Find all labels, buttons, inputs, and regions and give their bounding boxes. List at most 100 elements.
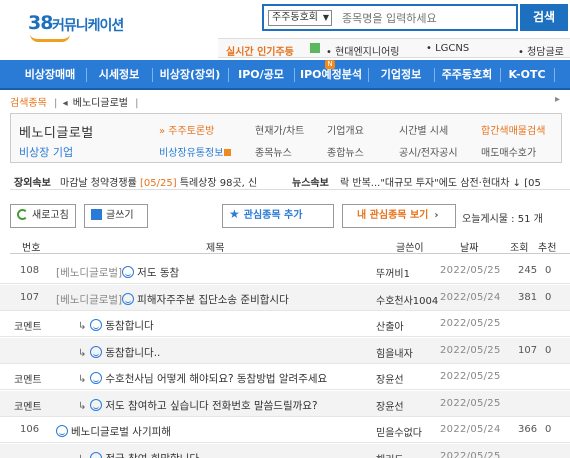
- row-recommend: 0: [545, 424, 552, 435]
- table-row[interactable]: 108 [베노디글로벌] 저도 동참 뚜꺼비1 2022/05/25 245 0: [0, 258, 570, 284]
- nav-item-kotc[interactable]: K-OTC: [506, 60, 548, 90]
- chevron-right-icon[interactable]: ▸: [555, 94, 560, 105]
- row-date: 2022/05/24: [440, 291, 501, 303]
- row-author[interactable]: 해리드: [376, 451, 404, 458]
- row-title[interactable]: 베노디글로벌 사기피해: [56, 424, 171, 439]
- table-row[interactable]: 코멘트 ↳ 저도 참여하고 싶습니다 전화번호 말씀드릴까요? 장윤선 2022/05/…: [0, 390, 570, 417]
- row-title[interactable]: ↳ 저도 참여하고 싶습니다 전화번호 말씀드릴까요?: [78, 398, 318, 413]
- nav-divider: [86, 68, 87, 82]
- row-prefix: [베노디글로벌]: [56, 267, 123, 279]
- link-general-news[interactable]: 종합뉴스: [327, 144, 364, 159]
- row-recommend: 0: [545, 291, 552, 303]
- row-title[interactable]: [베노디글로벌] 저도 동참: [56, 265, 179, 280]
- realtime-item[interactable]: • 청담글로: [518, 43, 564, 58]
- row-title[interactable]: ↳ 수호천사님 어떻게 해야되요? 동참방법 알려주세요: [78, 371, 327, 386]
- row-date: 2022/05/25: [440, 265, 501, 276]
- header-author: 글쓴이: [396, 243, 424, 254]
- ticker-otc-text[interactable]: 마감날 청약경쟁률 [05/25] 특례상장 98곳, 신: [60, 174, 257, 189]
- link-price-chart[interactable]: 현재가/차트: [255, 122, 304, 137]
- row-title[interactable]: ↳ 적극 참여 희망합니다: [78, 451, 199, 458]
- row-title-text[interactable]: 수호천사님 어떻게 해야되요? 동참방법 알려주세요: [105, 373, 327, 385]
- stock-panel: 베노디글로벌 비상장 기업 » 주주토론방 현재가/차트 기업개요 시간별 시세…: [10, 113, 562, 163]
- table-row[interactable]: 코멘트 ↳ 수호천사님 어떻게 해야되요? 동참방법 알려주세요 장윤선 2022/05…: [0, 364, 570, 390]
- flag-icon: [310, 43, 320, 53]
- nav-item-unlisted-otc[interactable]: 비상장(장외): [158, 60, 222, 90]
- search-button[interactable]: 검색: [520, 4, 568, 31]
- header-number: 번호: [22, 243, 41, 254]
- row-author[interactable]: 장윤선: [376, 398, 404, 413]
- view-interest-button[interactable]: 내 관심종목 보기 ›: [342, 204, 456, 228]
- nav-item-company-info[interactable]: 기업정보: [374, 60, 428, 90]
- header-views: 조회: [510, 243, 529, 254]
- search-category-value: 주주동호회: [272, 12, 318, 23]
- header-recommend: 추천: [538, 243, 557, 254]
- star-icon: ★: [229, 207, 240, 221]
- row-title-text[interactable]: 베노디글로벌 사기피해: [71, 426, 171, 438]
- ticker-news-text[interactable]: 락 반복..."대규모 투자"에도 삼전·현대차 ↓ [05: [340, 174, 541, 189]
- add-interest-button[interactable]: ★ 관심종목 추가: [222, 204, 334, 228]
- nav-item-unlisted-trade[interactable]: 비상장매매: [18, 60, 82, 90]
- table-row[interactable]: 107 [베노디글로벌] 피해자주주분 집단소송 준비합시다 수호천사1004 2022…: [0, 284, 570, 311]
- row-views: 366: [518, 424, 538, 435]
- realtime-item[interactable]: • 현대엔지니어링: [326, 43, 399, 58]
- breadcrumb-value[interactable]: 베노디글로벌: [73, 98, 128, 109]
- nav-divider: [434, 68, 435, 82]
- link-hourly-price[interactable]: 시간별 시세: [399, 122, 448, 137]
- row-title[interactable]: [베노디글로벌] 피해자주주분 집단소송 준비합시다: [56, 292, 289, 307]
- nav-item-ipo[interactable]: IPO/공모: [234, 60, 288, 90]
- table-row[interactable]: ↳ 동참합니다.. 힘을내자 2022/05/25 107 0: [0, 337, 570, 364]
- breadcrumb-label: 검색종목: [10, 98, 47, 109]
- chevron-right-icon: ›: [434, 210, 439, 221]
- row-author[interactable]: 믿을수없다: [376, 424, 422, 439]
- search-input[interactable]: [342, 9, 512, 27]
- smiley-icon: [90, 398, 103, 411]
- news-ticker: 장외속보 마감날 청약경쟁률 [05/25] 특례상장 98곳, 신 뉴스속보 …: [10, 172, 570, 190]
- row-title-text[interactable]: 동참합니다..: [105, 347, 160, 359]
- row-author[interactable]: 수호천사1004: [376, 292, 438, 307]
- link-bid-ask[interactable]: 매도매수호가: [481, 144, 536, 159]
- row-title[interactable]: ↳ 동참합니다..: [78, 345, 160, 360]
- row-author[interactable]: 장윤선: [376, 371, 404, 386]
- link-disclosure[interactable]: 공시/전자공시: [399, 144, 458, 159]
- refresh-icon: [17, 208, 28, 220]
- link-company-overview[interactable]: 기업개요: [327, 122, 364, 137]
- site-logo[interactable]: 38 커뮤니케이션: [28, 8, 138, 44]
- table-row[interactable]: 106 베노디글로벌 사기피해 믿을수없다 2022/05/24 366 0: [0, 417, 570, 443]
- search-category-select[interactable]: 주주동호회 ▼: [268, 10, 332, 26]
- smiley-icon: [122, 266, 135, 278]
- link-sell-search[interactable]: 합간색매물검색: [481, 122, 545, 137]
- breadcrumb-bar: |: [135, 98, 139, 109]
- row-title-text[interactable]: 피해자주주분 집단소송 준비합시다: [137, 294, 289, 306]
- today-posts-count: 오늘게시물 : 51 개: [462, 214, 543, 225]
- refresh-button[interactable]: 새로고침: [10, 204, 76, 228]
- nav-item-shareholders[interactable]: 주주동호회: [440, 60, 494, 90]
- link-discussion[interactable]: » 주주토론방: [159, 122, 214, 137]
- row-title[interactable]: ↳ 동참합니다: [78, 318, 154, 333]
- row-comment-label: 코멘트: [14, 401, 42, 413]
- write-button[interactable]: 글쓰기: [84, 204, 148, 228]
- link-unlisted-info[interactable]: 비상장유통정보: [159, 144, 232, 159]
- row-title-text[interactable]: 저도 참여하고 싶습니다 전화번호 말씀드릴까요?: [105, 400, 317, 412]
- row-title-text[interactable]: 적극 참여 희망합니다: [105, 453, 199, 458]
- table-row[interactable]: 코멘트 ↳ 동참합니다 산출아 2022/05/25: [0, 311, 570, 337]
- row-title-text[interactable]: 저도 동참: [137, 267, 179, 279]
- row-author[interactable]: 힘을내자: [376, 345, 413, 360]
- smiley-icon: [90, 372, 103, 384]
- chevron-down-icon: ▼: [322, 13, 329, 22]
- realtime-item[interactable]: • LGCNS: [426, 43, 469, 54]
- row-author[interactable]: 뚜꺼비1: [376, 265, 410, 280]
- smiley-icon: [90, 345, 103, 358]
- link-stock-news[interactable]: 종목뉴스: [255, 144, 292, 159]
- reply-arrow-icon: ↳: [78, 454, 86, 458]
- row-author[interactable]: 산출아: [376, 318, 404, 333]
- realtime-popular-bar: 실시간 인기주등 • 현대엔지니어링 • LGCNS • 청담글로: [218, 38, 570, 58]
- table-row[interactable]: ↳ 적극 참여 희망합니다 해리드 2022/05/25: [0, 443, 570, 458]
- realtime-label: 실시간 인기주등: [226, 47, 294, 58]
- row-recommend: 0: [545, 344, 552, 356]
- nav-item-quotes[interactable]: 시세정보: [92, 60, 146, 90]
- row-prefix: [베노디글로벌]: [56, 293, 123, 306]
- stock-type: 비상장 기업: [19, 146, 74, 159]
- row-comment-label: 코멘트: [14, 375, 42, 386]
- row-date: 2022/05/25: [440, 397, 501, 409]
- row-title-text[interactable]: 동참합니다: [105, 320, 153, 332]
